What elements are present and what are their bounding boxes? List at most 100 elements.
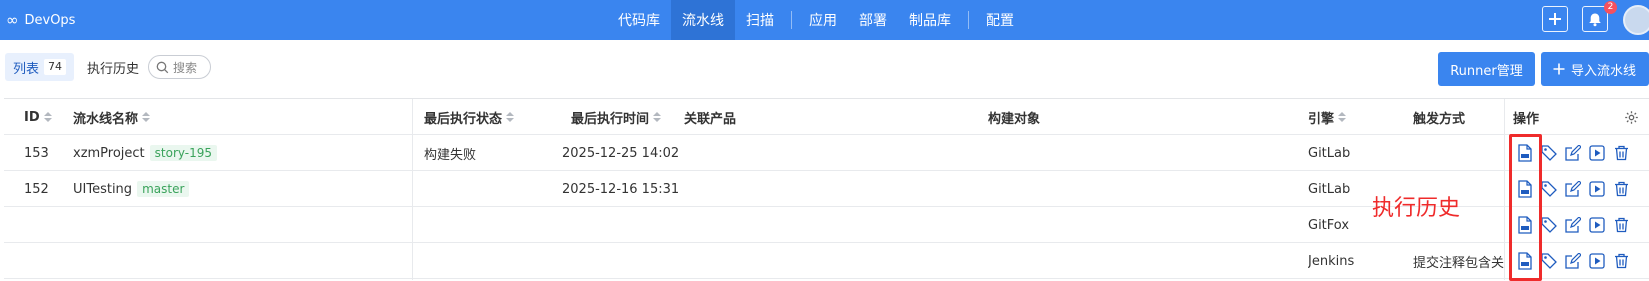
pipeline-table: ID 流水线名称 最后执行状态 最后执行时间 关联产品 构建对象 引擎 触发方式…: [4, 98, 1649, 280]
run-button[interactable]: [1588, 252, 1606, 270]
execution-history-button[interactable]: [1516, 252, 1534, 270]
nav-item-repos[interactable]: 代码库: [607, 0, 671, 40]
cell-name: xzmProject story-195: [73, 135, 218, 171]
user-avatar[interactable]: [1623, 5, 1649, 35]
tag-button[interactable]: [1540, 180, 1558, 198]
delete-button[interactable]: [1612, 144, 1630, 162]
col-header-status-label: 最后执行状态: [424, 111, 503, 127]
search-placeholder: 搜索: [173, 60, 198, 75]
execution-history-button[interactable]: [1516, 144, 1534, 162]
table-row: 153 xzmProject story-195 构建失败 2025-12-25…: [4, 135, 1649, 171]
cell-engine: GitLab: [1308, 181, 1351, 197]
edit-button[interactable]: [1564, 216, 1582, 234]
cell-time: 2025-12-16 15:31: [562, 181, 680, 197]
add-button[interactable]: [1542, 6, 1568, 32]
col-header-product: 关联产品: [684, 111, 737, 127]
col-header-name-label: 流水线名称: [73, 111, 139, 127]
top-navbar: ∞ DevOps 代码库 流水线 扫描 应用 部署 制品库 配置 2: [0, 0, 1649, 40]
cell-engine: Jenkins: [1308, 253, 1355, 269]
edit-button[interactable]: [1564, 180, 1582, 198]
nav-item-config[interactable]: 配置: [975, 0, 1025, 40]
plus-icon: [1549, 13, 1561, 25]
brand-logo[interactable]: ∞ DevOps: [6, 0, 75, 40]
delete-button[interactable]: [1612, 180, 1630, 198]
notification-count-badge: 2: [1604, 1, 1617, 14]
col-header-target: 构建对象: [988, 111, 1041, 127]
pipeline-name-link[interactable]: xzmProject: [73, 146, 145, 161]
sort-icon[interactable]: [43, 112, 52, 122]
col-header-name[interactable]: 流水线名称: [73, 99, 151, 135]
col-header-id-label: ID: [24, 109, 40, 125]
col-header-id[interactable]: ID: [24, 99, 52, 135]
runner-management-button[interactable]: Runner管理: [1438, 52, 1535, 86]
play-icon: [1589, 181, 1605, 197]
toolbar: 列表 74 执行历史 搜索 Runner管理 导入流水线: [0, 40, 1649, 92]
infinity-logo-icon: ∞: [6, 10, 19, 29]
row-actions: [1516, 207, 1630, 243]
sort-icon[interactable]: [1338, 112, 1347, 122]
nav-item-scan[interactable]: 扫描: [735, 0, 785, 40]
cell-id: 152: [24, 181, 49, 197]
nav-item-pipelines[interactable]: 流水线: [671, 0, 735, 40]
delete-button[interactable]: [1612, 252, 1630, 270]
col-header-time[interactable]: 最后执行时间: [571, 99, 662, 135]
trash-icon: [1614, 145, 1628, 161]
cell-name: UITesting master: [73, 171, 190, 207]
column-settings-button[interactable]: [1624, 99, 1639, 135]
run-button[interactable]: [1588, 144, 1606, 162]
play-icon: [1589, 217, 1605, 233]
row-actions: [1516, 135, 1630, 171]
history-log-icon: [1518, 252, 1532, 270]
col-header-engine[interactable]: 引擎: [1308, 99, 1347, 135]
execution-history-button[interactable]: [1516, 216, 1534, 234]
sort-icon[interactable]: [653, 112, 662, 122]
cell-engine: GitLab: [1308, 145, 1351, 161]
run-button[interactable]: [1588, 180, 1606, 198]
tag-button[interactable]: [1540, 144, 1558, 162]
run-button[interactable]: [1588, 216, 1606, 234]
tab-execution-history[interactable]: 执行历史: [87, 53, 139, 81]
nav-item-artifacts[interactable]: 制品库: [898, 0, 962, 40]
edit-button[interactable]: [1564, 144, 1582, 162]
cell-engine: GitFox: [1308, 217, 1350, 233]
pipeline-count-badge: 74: [44, 59, 67, 75]
delete-button[interactable]: [1612, 216, 1630, 234]
trash-icon: [1614, 217, 1628, 233]
import-pipeline-button[interactable]: 导入流水线: [1541, 52, 1649, 86]
pipeline-name-link[interactable]: UITesting: [73, 182, 132, 197]
tab-list[interactable]: 列表 74: [5, 53, 75, 81]
tag-icon: [1541, 181, 1557, 197]
search-icon: [156, 61, 169, 73]
tab-list-label: 列表: [13, 61, 40, 77]
cell-status: 构建失败: [424, 147, 477, 163]
main-nav: 代码库 流水线 扫描 应用 部署 制品库 配置: [607, 0, 1025, 40]
edit-button[interactable]: [1564, 252, 1582, 270]
play-icon: [1589, 145, 1605, 161]
tag-icon: [1541, 217, 1557, 233]
tag-icon: [1541, 253, 1557, 269]
search-input[interactable]: 搜索: [148, 55, 211, 79]
cell-time: 2025-12-25 14:02: [562, 145, 680, 161]
trash-icon: [1614, 253, 1628, 269]
history-log-icon: [1518, 180, 1532, 198]
history-log-icon: [1518, 144, 1532, 162]
nav-divider: [968, 11, 969, 29]
nav-item-deploy[interactable]: 部署: [848, 0, 898, 40]
annotation-label: 执行历史: [1372, 196, 1461, 221]
history-log-icon: [1518, 216, 1532, 234]
col-header-time-label: 最后执行时间: [571, 111, 650, 127]
nav-divider: [791, 11, 792, 29]
tag-button[interactable]: [1540, 252, 1558, 270]
sort-icon[interactable]: [506, 112, 515, 122]
table-header: ID 流水线名称 最后执行状态 最后执行时间 关联产品 构建对象 引擎 触发方式…: [4, 99, 1649, 135]
bell-icon: [1589, 13, 1601, 26]
import-pipeline-label: 导入流水线: [1571, 63, 1637, 79]
branch-tag: story-195: [149, 145, 218, 161]
tag-button[interactable]: [1540, 216, 1558, 234]
col-header-status[interactable]: 最后执行状态: [424, 99, 515, 135]
execution-history-button[interactable]: [1516, 180, 1534, 198]
sort-icon[interactable]: [142, 112, 151, 122]
row-actions: [1516, 243, 1630, 279]
nav-item-apps[interactable]: 应用: [798, 0, 848, 40]
plus-icon: [1553, 63, 1565, 75]
